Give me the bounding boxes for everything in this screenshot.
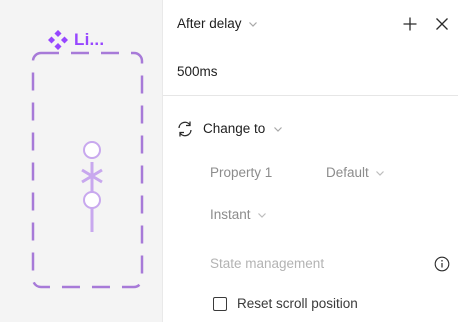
reset-scroll-checkbox[interactable] (213, 297, 227, 311)
component-name: Li... (74, 30, 105, 49)
trigger-dropdown[interactable]: After delay (177, 15, 258, 33)
chevron-down-icon (274, 127, 283, 132)
action-dropdown[interactable]: Change to (175, 120, 283, 138)
plus-icon (403, 17, 417, 31)
action-label: Change to (203, 121, 266, 136)
chevron-down-icon (248, 22, 257, 27)
divider (163, 95, 458, 96)
close-button[interactable] (431, 13, 453, 35)
chevron-down-icon (375, 171, 384, 176)
property-value: Default (326, 165, 369, 180)
info-button[interactable] (433, 255, 451, 273)
animation-label: Instant (210, 207, 251, 222)
close-icon (436, 18, 448, 30)
traffic-light-glyph (81, 141, 103, 232)
trigger-label: After delay (177, 16, 242, 31)
component-title[interactable]: Li... (48, 30, 104, 50)
info-icon (434, 256, 450, 272)
animation-dropdown[interactable]: Instant (210, 206, 267, 224)
property-value-dropdown[interactable]: Default (326, 164, 385, 182)
chevron-down-icon (257, 213, 266, 218)
variant-frame[interactable] (30, 50, 145, 290)
reset-scroll-label: Reset scroll position (237, 296, 358, 311)
add-button[interactable] (399, 13, 421, 35)
reset-scroll-option[interactable]: Reset scroll position (213, 295, 358, 313)
canvas-preview: Li... (0, 0, 163, 322)
interaction-panel: After delay 500ms Change to Property 1 D… (163, 0, 458, 322)
swap-arrows-icon (178, 121, 192, 137)
delay-value-input[interactable]: 500ms (177, 63, 218, 81)
state-management-label: State management (210, 256, 325, 271)
property-label: Property 1 (210, 165, 273, 180)
component-diamond-icon (48, 30, 68, 50)
